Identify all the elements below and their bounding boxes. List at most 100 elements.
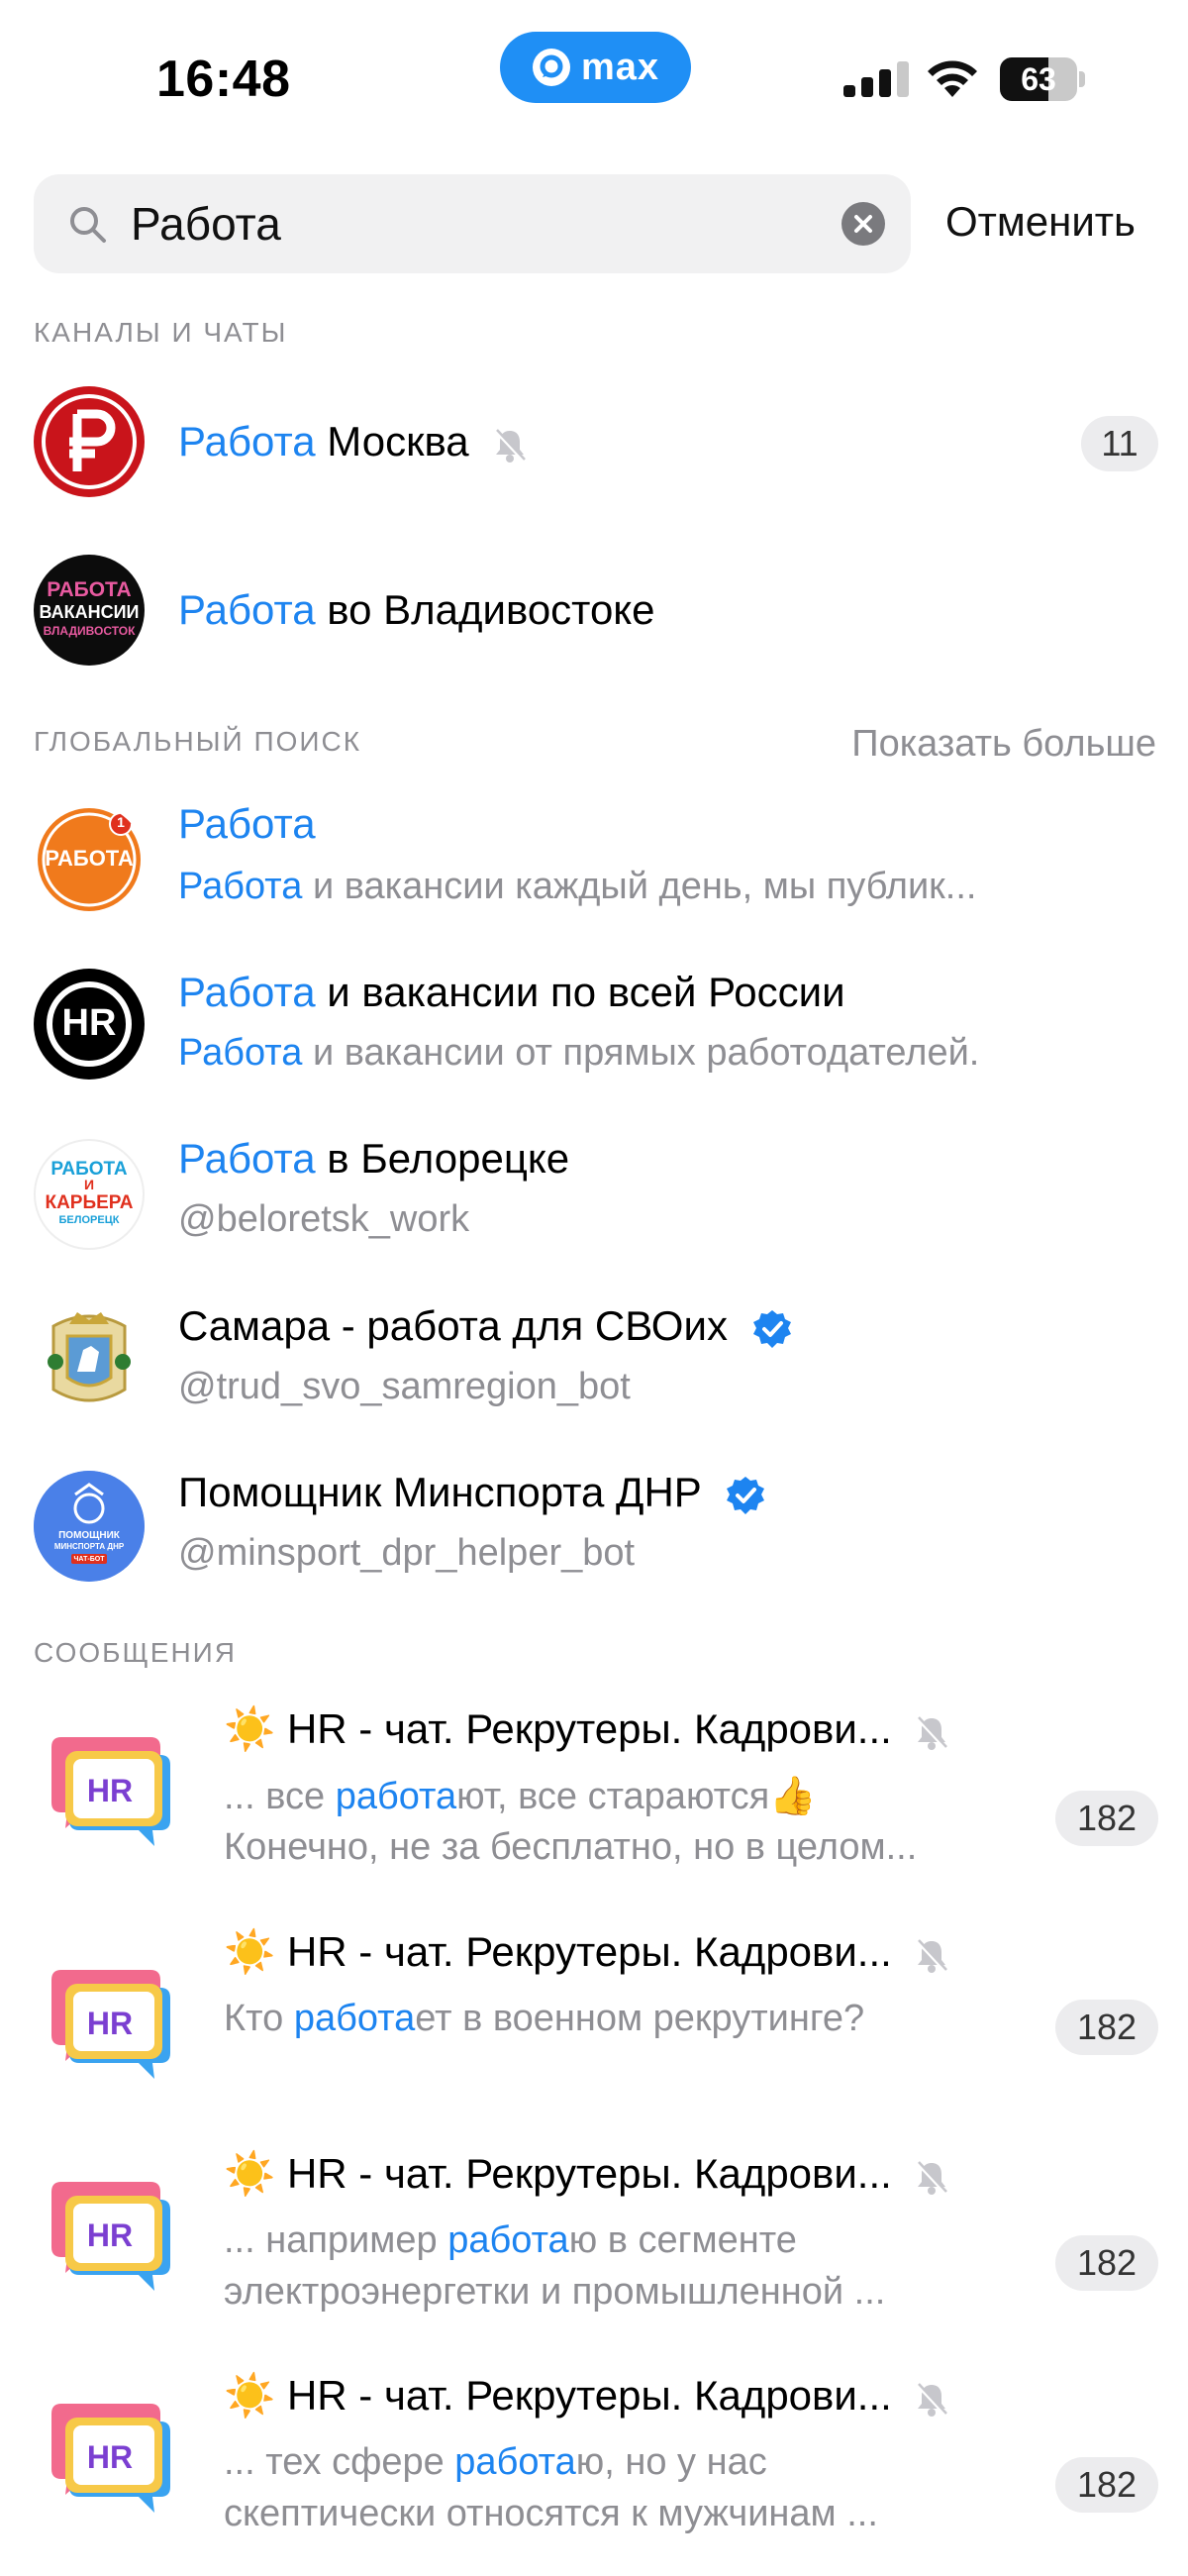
result-title: Помощник Минспорта ДНР — [178, 1469, 702, 1515]
unread-badge: 182 — [1055, 1791, 1158, 1846]
coat-of-arms-icon — [48, 1312, 131, 1402]
message-snippet-highlight: работа — [447, 2219, 569, 2261]
avatar: HR — [34, 969, 145, 1080]
message-snippet-line2: скептически относятся к мужчинам ... — [224, 2493, 878, 2534]
result-title: Самара - работа для СВОих — [178, 1302, 728, 1349]
result-sub-highlight: Работа — [178, 866, 303, 907]
result-sub: и вакансии от прямых работодателей. — [302, 1032, 980, 1074]
avatar-text-line: ВАКАНСИИ — [39, 602, 140, 622]
hr-avatar-label: HR — [86, 2439, 134, 2475]
search-input[interactable] — [131, 174, 824, 273]
message-result-row[interactable]: HR ☀️ HR - чат. Рекрутеры. Кадрови... Кт… — [0, 1926, 1188, 2134]
avatar-text-line: КАРЬЕРА — [45, 1192, 134, 1213]
message-result-row[interactable]: HR ☀️ HR - чат. Рекрутеры. Кадрови... ..… — [0, 2148, 1188, 2356]
search-bar[interactable] — [34, 174, 911, 273]
minsport-logo-icon — [34, 1471, 145, 1582]
avatar-text-line: РАБОТА — [47, 578, 132, 601]
channel-title-highlight: Работа — [178, 586, 316, 633]
avatar-text: HR — [61, 1002, 117, 1044]
verified-badge-icon — [727, 1476, 765, 1514]
result-username: @minsport_dpr_helper_bot — [178, 1532, 636, 1574]
sun-emoji-icon: ☀️ — [224, 1705, 276, 1752]
result-username: @beloretsk_work — [178, 1198, 470, 1240]
ruble-icon — [36, 388, 143, 495]
avatar: ПОМОЩНИК МИНСПОРТА ДНР ЧАТ-БОТ — [34, 1471, 145, 1582]
avatar-text-line: ПОМОЩНИК — [58, 1530, 120, 1541]
channel-row[interactable]: РАБОТА ВАКАНСИИ ВЛАДИВОСТОК Работа во Вл… — [0, 555, 1188, 683]
wifi-icon — [928, 60, 977, 97]
sun-emoji-icon: ☀️ — [224, 2372, 276, 2419]
section-header-global: ГЛОБАЛЬНЫЙ ПОИСК — [34, 726, 362, 757]
channel-title-highlight: Работа — [178, 418, 316, 464]
unread-badge: 182 — [1055, 2235, 1158, 2291]
status-bar: 16:48 max 63 — [0, 0, 1188, 149]
message-snippet: ю, но у нас — [575, 2441, 767, 2483]
close-icon — [854, 215, 872, 233]
result-sub: и вакансии каждый день, мы публик... — [302, 866, 977, 907]
cancel-button[interactable]: Отменить — [945, 198, 1136, 246]
avatar-text: РАБОТА — [45, 846, 134, 871]
muted-bell-icon — [916, 1939, 947, 1973]
channel-title: во Владивостоке — [315, 586, 655, 633]
max-app-pill[interactable]: max — [500, 32, 691, 103]
unread-badge: 11 — [1081, 416, 1158, 471]
global-result-row[interactable]: HR Работа и вакансии по всей России Рабо… — [0, 969, 1188, 1117]
message-snippet: ю в сегменте — [568, 2219, 797, 2261]
max-logo-icon — [532, 49, 570, 86]
avatar-text-line: ЧАТ-БОТ — [73, 1556, 105, 1563]
message-chat-title: HR - чат. Рекрутеры. Кадрови... — [286, 2150, 892, 2197]
message-snippet-highlight: работа — [293, 1998, 416, 2039]
message-snippet-highlight: работа — [454, 2441, 576, 2483]
result-title: в Белорецке — [315, 1135, 570, 1182]
hr-avatar-label: HR — [86, 1773, 134, 1808]
section-header-channels: КАНАЛЫ И ЧАТЫ — [34, 317, 288, 348]
avatar-badge-number: 1 — [117, 814, 125, 830]
signal-icon — [843, 61, 909, 97]
global-result-row[interactable]: Самара - работа для СВОих @trud_svo_samr… — [0, 1302, 1188, 1451]
avatar — [34, 386, 145, 497]
status-time: 16:48 — [156, 51, 291, 108]
avatar-text-line: БЕЛОРЕЦК — [58, 1214, 120, 1226]
sun-emoji-icon: ☀️ — [224, 2150, 276, 2197]
avatar-text-line: ВЛАДИВОСТОК — [43, 624, 136, 638]
result-title-highlight: Работа — [178, 800, 316, 847]
max-pill-label: max — [580, 46, 660, 88]
message-snippet: Кто — [224, 1998, 294, 2039]
hr-avatar-label: HR — [86, 2217, 134, 2253]
muted-bell-icon — [916, 2161, 947, 2195]
global-result-row[interactable]: РАБОТА И КАРЬЕРА БЕЛОРЕЦК Работа в Белор… — [0, 1135, 1188, 1284]
avatar: РАБОТА И КАРЬЕРА БЕЛОРЕЦК — [34, 1139, 145, 1250]
message-result-row[interactable]: HR ☀️ HR - чат. Рекрутеры. Кадрови... ..… — [0, 2370, 1188, 2576]
global-result-row[interactable]: ПОМОЩНИК МИНСПОРТА ДНР ЧАТ-БОТ Помощник … — [0, 1469, 1188, 1617]
battery-icon: 63 — [1000, 57, 1085, 101]
channel-title: Москва — [315, 418, 469, 464]
message-snippet-highlight: работа — [335, 1776, 457, 1817]
avatar: РАБОТА ВАКАНСИИ ВЛАДИВОСТОК — [34, 555, 145, 666]
search-icon — [70, 207, 106, 243]
clear-search-button[interactable] — [842, 202, 885, 246]
avatar: РАБОТА 1 — [34, 804, 145, 915]
muted-bell-icon — [494, 429, 527, 463]
battery-level-text: 63 — [1021, 60, 1056, 97]
message-chat-title: HR - чат. Рекрутеры. Кадрови... — [286, 1705, 892, 1752]
message-snippet: ет в военном рекрутинге? — [415, 1998, 865, 2039]
message-snippet: ... тех сфере — [224, 2441, 455, 2483]
avatar — [34, 1302, 145, 1413]
message-snippet: ют, все стараются — [456, 1776, 770, 1817]
show-more-link[interactable]: Показать больше — [851, 723, 1156, 766]
unread-badge: 182 — [1055, 2457, 1158, 2513]
muted-bell-icon — [916, 2383, 947, 2417]
muted-bell-icon — [916, 1716, 947, 1750]
result-username: @trud_svo_samregion_bot — [178, 1366, 631, 1407]
result-title-highlight: Работа — [178, 1135, 316, 1182]
avatar-text-line: МИНСПОРТА ДНР — [53, 1542, 125, 1551]
message-result-row[interactable]: HR ☀️ HR - чат. Рекрутеры. Кадрови... ..… — [0, 1703, 1188, 1911]
thumbs-up-emoji-icon: 👍 — [769, 1776, 817, 1817]
result-title: и вакансии по всей России — [315, 969, 845, 1015]
result-sub-highlight: Работа — [178, 1032, 303, 1074]
message-snippet-line2: Конечно, не за бесплатно, но в целом... — [224, 1826, 918, 1868]
message-snippet-line2: электроэнергетки и промышленной ... — [224, 2271, 886, 2313]
channel-row[interactable]: Работа Москва 11 — [0, 386, 1188, 515]
global-result-row[interactable]: РАБОТА 1 Работа Работа и вакансии каждый… — [0, 800, 1188, 949]
message-snippet: ... например — [224, 2219, 448, 2261]
